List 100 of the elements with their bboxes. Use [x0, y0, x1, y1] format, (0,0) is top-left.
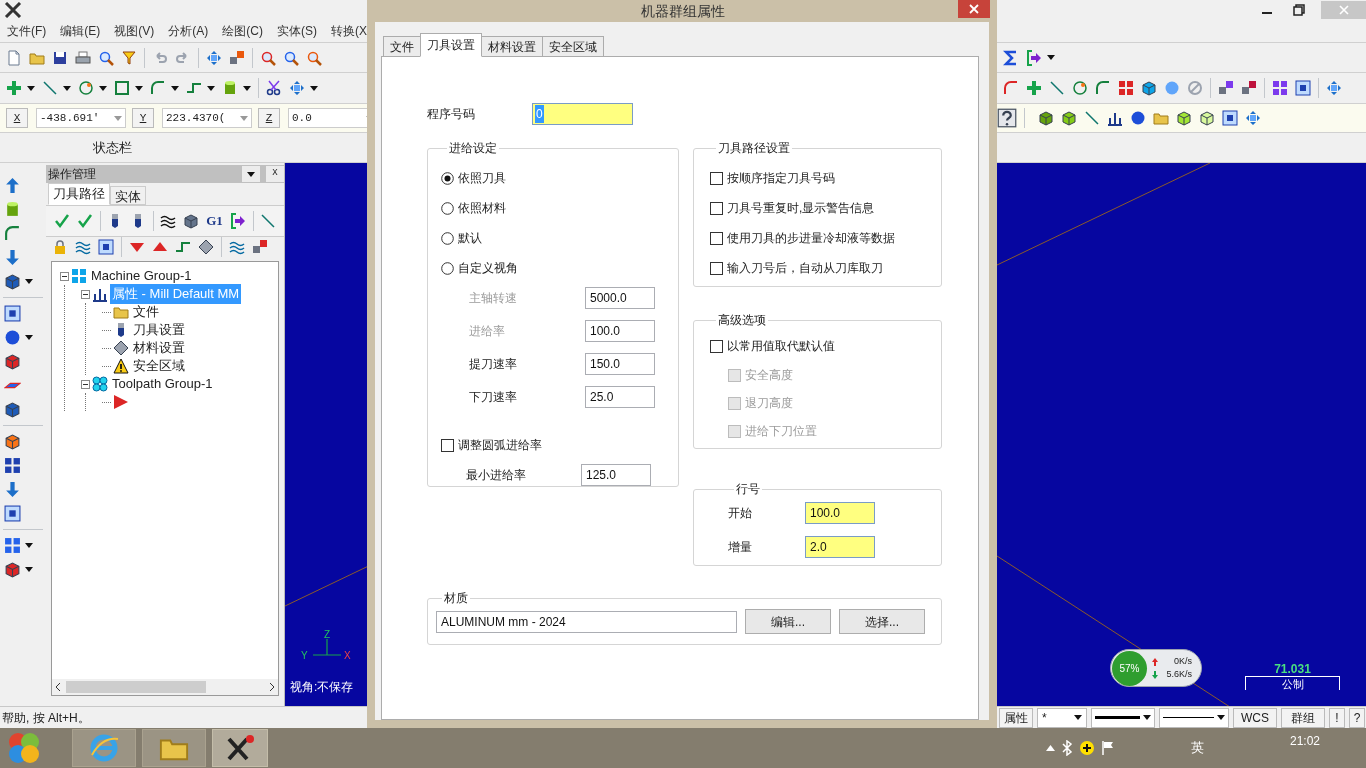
cube-icon[interactable]	[4, 561, 21, 578]
lock-icon[interactable]	[52, 239, 68, 255]
cube-icon[interactable]	[4, 401, 21, 418]
play-triangle-icon[interactable]	[113, 394, 129, 410]
checkbox[interactable]	[710, 231, 723, 245]
caret-icon[interactable]	[135, 85, 143, 91]
folder-icon[interactable]	[1153, 110, 1169, 126]
caret-icon[interactable]	[1074, 715, 1082, 720]
caret-icon[interactable]	[25, 279, 33, 284]
caret-icon[interactable]	[25, 567, 33, 572]
restore-icon[interactable]	[1293, 4, 1305, 16]
arc-icon[interactable]	[1095, 80, 1111, 96]
caret-icon[interactable]	[1047, 55, 1055, 60]
clock[interactable]: 21:02	[1289, 732, 1320, 750]
line-number-field[interactable]: 2.0	[805, 536, 875, 558]
plus-icon[interactable]	[1026, 80, 1042, 96]
caret-icon[interactable]	[247, 171, 255, 177]
status-button[interactable]: !	[1329, 707, 1345, 728]
polyline-icon[interactable]	[175, 239, 191, 255]
g1-button[interactable]: G1	[206, 211, 223, 231]
funnel-icon[interactable]	[121, 49, 137, 66]
cylinder-icon[interactable]	[222, 80, 238, 96]
caret-icon[interactable]	[25, 543, 33, 548]
caret-icon[interactable]	[1143, 715, 1151, 720]
checkbox[interactable]	[710, 339, 723, 353]
cube-icon[interactable]	[4, 273, 21, 290]
bracket-arrow-icon[interactable]	[229, 213, 246, 229]
tree-item[interactable]: 文件	[131, 302, 161, 322]
up-arrow-icon[interactable]	[4, 177, 21, 194]
tree-item[interactable]: Machine Group-1	[89, 266, 194, 286]
collapse-box-icon[interactable]	[81, 379, 90, 389]
cube-icon[interactable]	[4, 433, 21, 450]
magnifier-icon[interactable]	[306, 49, 322, 66]
caret-icon[interactable]	[207, 85, 215, 91]
material-button[interactable]: 编辑...	[745, 609, 831, 634]
start-orb-icon[interactable]	[6, 730, 42, 766]
cube-icon[interactable]	[1199, 110, 1215, 126]
down-arrow-icon[interactable]	[4, 249, 21, 266]
plus-icon[interactable]	[6, 80, 22, 96]
line-width-dropdown[interactable]	[1091, 707, 1155, 728]
radio-button[interactable]	[441, 201, 454, 215]
panel-tab[interactable]: 实体	[110, 186, 146, 205]
flag-icon[interactable]	[1100, 740, 1115, 756]
sphere-icon[interactable]	[4, 329, 21, 346]
four-circles-icon[interactable]	[92, 376, 108, 392]
tree-item[interactable]: 刀具设置	[131, 320, 187, 340]
scroll-right-icon[interactable]	[268, 683, 276, 691]
color-squares-icon[interactable]	[1241, 80, 1257, 96]
square-icon[interactable]	[114, 80, 130, 96]
four-way-arrow-icon[interactable]	[1245, 110, 1261, 126]
menu-item[interactable]: 绘图(C)	[222, 22, 263, 40]
checkbox[interactable]	[710, 201, 723, 215]
menu-item[interactable]: 分析(A)	[168, 22, 209, 40]
framed-square-icon[interactable]	[98, 239, 114, 255]
dialog-tab[interactable]: 文件	[383, 36, 421, 57]
point-style-dropdown[interactable]: *	[1037, 707, 1087, 728]
caret-icon[interactable]	[243, 85, 251, 91]
caret-icon[interactable]	[25, 335, 33, 340]
radio-button[interactable]	[441, 171, 454, 185]
line-icon[interactable]	[42, 80, 58, 96]
framed-square-icon[interactable]	[4, 305, 21, 322]
checkbox[interactable]	[441, 438, 454, 452]
cube-icon[interactable]	[4, 353, 21, 370]
cube-icon[interactable]	[1061, 110, 1077, 126]
radio-button[interactable]	[441, 261, 454, 275]
caret-icon[interactable]	[171, 85, 179, 91]
line-icon[interactable]	[1049, 80, 1065, 96]
tree-item[interactable]: 材料设置	[131, 338, 187, 358]
check-icon[interactable]	[77, 213, 93, 229]
status-button[interactable]: ?	[1349, 707, 1365, 728]
menu-item[interactable]: 实体(S)	[277, 22, 317, 40]
grid-icon[interactable]	[1272, 80, 1288, 96]
cube-icon[interactable]	[1176, 110, 1192, 126]
bar-chart-icon[interactable]	[92, 286, 108, 302]
show-hidden-icons-icon[interactable]	[1045, 745, 1055, 751]
caret-icon[interactable]	[63, 85, 71, 91]
cube-icon[interactable]	[1038, 110, 1054, 126]
sphere-icon[interactable]	[1130, 110, 1146, 126]
plus-circle-icon[interactable]	[1078, 740, 1095, 756]
magnifier-icon[interactable]	[283, 49, 299, 66]
framed-square-icon[interactable]	[1295, 80, 1311, 96]
input-language[interactable]: 英	[1190, 738, 1204, 758]
rate-field[interactable]: 150.0	[585, 353, 655, 375]
circle-icon[interactable]	[78, 80, 94, 96]
diamond-icon[interactable]	[198, 239, 214, 255]
min-feed-field[interactable]: 125.0	[581, 464, 651, 486]
radio-button[interactable]	[441, 231, 454, 245]
cylinder-icon[interactable]	[4, 201, 21, 218]
cube-icon[interactable]	[1141, 80, 1157, 96]
line-number-field[interactable]: 100.0	[805, 502, 875, 524]
material-field[interactable]: ALUMINUM mm - 2024	[436, 610, 737, 633]
menu-item[interactable]: 文件(F)	[7, 22, 47, 40]
tree-item[interactable]: Toolpath Group-1	[110, 374, 215, 394]
circle-icon[interactable]	[1072, 80, 1088, 96]
tree-item[interactable]: 安全区域	[131, 356, 187, 376]
coordinate-dropdown[interactable]: 223.4370(	[162, 108, 252, 128]
caret-icon[interactable]	[1217, 715, 1225, 720]
panel-tab[interactable]: 刀具路径	[48, 183, 110, 205]
collapse-box-icon[interactable]	[81, 289, 90, 299]
scissors-icon[interactable]	[266, 80, 282, 96]
